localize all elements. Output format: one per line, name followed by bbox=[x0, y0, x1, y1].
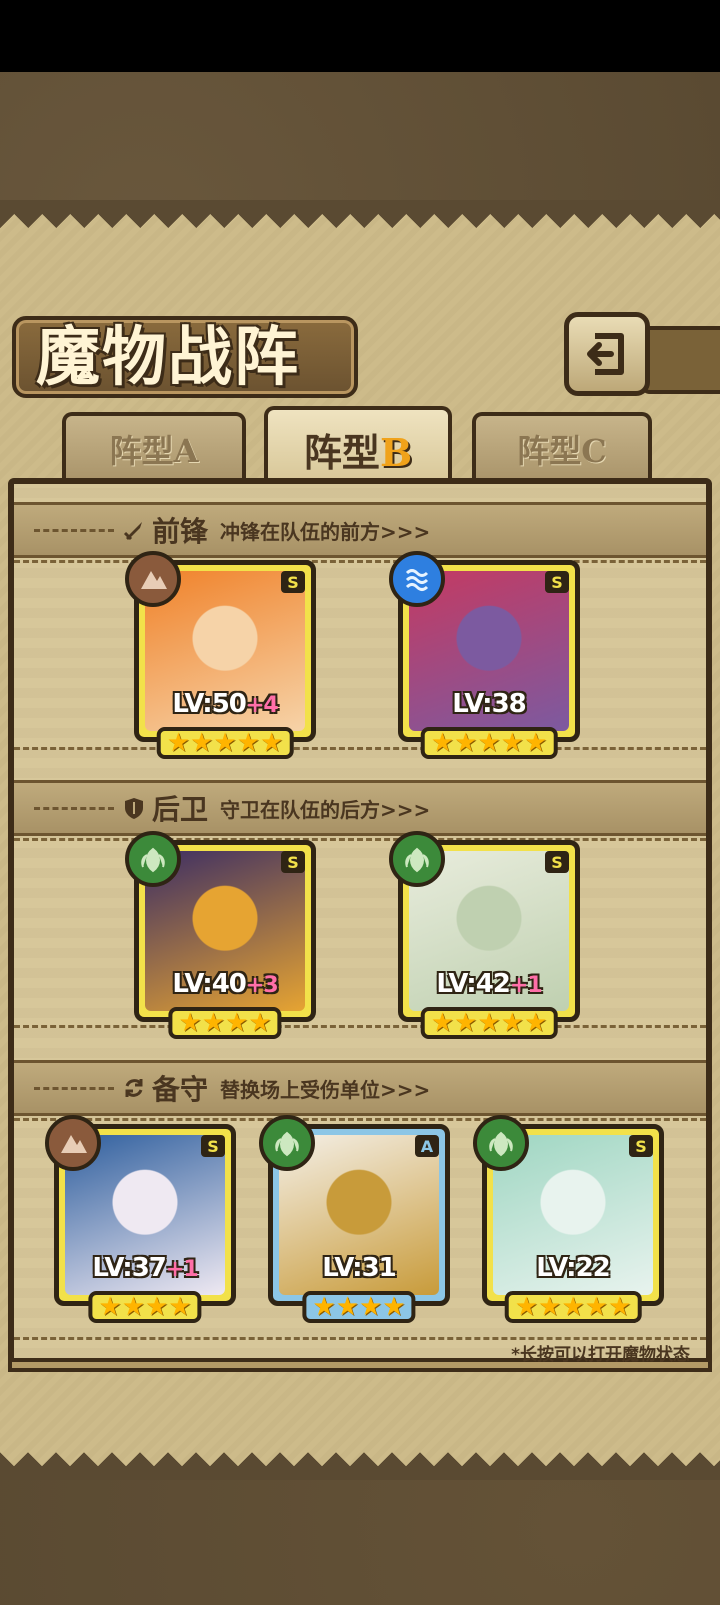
section-desc: 冲锋在队伍的前方>>> bbox=[220, 519, 431, 544]
sword-icon bbox=[123, 522, 142, 541]
earth-element-icon bbox=[125, 551, 181, 607]
tab-formation-b[interactable]: 阵型B bbox=[264, 406, 452, 488]
rank-badge: A bbox=[415, 1135, 439, 1157]
wood-element-icon bbox=[259, 1115, 315, 1171]
monster-card[interactable]: A LV:31 ★★★★ bbox=[259, 1115, 450, 1323]
star-rating: ★★★★★ bbox=[420, 727, 558, 759]
section-header-rear: 后卫 守卫在队伍的后方>>> bbox=[14, 780, 706, 836]
rank-badge: S bbox=[545, 571, 569, 593]
rank-badge: S bbox=[281, 851, 305, 873]
section-name: 前锋 bbox=[152, 515, 209, 548]
monster-card[interactable]: S LV:42+1 ★★★★★ bbox=[389, 831, 580, 1039]
monster-card[interactable]: S LV:22 ★★★★★ bbox=[473, 1115, 664, 1323]
zigzag-bottom-edge bbox=[0, 1452, 720, 1480]
level-label: LV:40+3 bbox=[172, 969, 278, 999]
monster-card[interactable]: S LV:40+3 ★★★★ bbox=[125, 831, 316, 1039]
level-label: LV:42+1 bbox=[436, 969, 542, 999]
star-rating: ★★★★ bbox=[302, 1291, 416, 1323]
tab-label: 阵型A bbox=[109, 432, 199, 470]
back-button[interactable] bbox=[564, 312, 650, 396]
rank-badge: S bbox=[545, 851, 569, 873]
front-row bbox=[14, 560, 706, 750]
earth-element-icon bbox=[45, 1115, 101, 1171]
wood-element-icon bbox=[389, 831, 445, 887]
back-bar-decoration bbox=[640, 326, 720, 394]
rank-badge: S bbox=[629, 1135, 653, 1157]
rear-row bbox=[14, 838, 706, 1028]
wood-element-icon bbox=[125, 831, 181, 887]
long-press-hint: *长按可以打开魔物状态 bbox=[511, 1345, 690, 1365]
section-name: 备守 bbox=[152, 1073, 209, 1106]
swap-icon bbox=[125, 1079, 143, 1097]
back-arrow-icon bbox=[587, 333, 624, 375]
wood-element-icon bbox=[473, 1115, 529, 1171]
monster-card[interactable]: S LV:50+4 ★★★★★ bbox=[125, 551, 316, 759]
level-label: LV:37+1 bbox=[92, 1253, 198, 1283]
section-desc: 守卫在队伍的后方>>> bbox=[220, 797, 431, 822]
tab-formation-c[interactable]: 阵型C bbox=[472, 412, 652, 482]
water-element-icon bbox=[389, 551, 445, 607]
star-rating: ★★★★★ bbox=[156, 727, 294, 759]
level-label: LV:50+4 bbox=[172, 689, 278, 719]
status-bar bbox=[0, 0, 720, 72]
zigzag-top-edge bbox=[0, 200, 720, 228]
rank-badge: S bbox=[281, 571, 305, 593]
section-desc: 替换场上受伤单位>>> bbox=[220, 1077, 431, 1102]
level-label: LV:31 bbox=[322, 1253, 397, 1283]
page-title: 魔物战阵 bbox=[36, 320, 300, 395]
level-label: LV:38 bbox=[452, 689, 527, 719]
tab-label: 阵型B bbox=[303, 429, 413, 475]
section-name: 后卫 bbox=[152, 793, 209, 826]
star-rating: ★★★★★ bbox=[420, 1007, 558, 1039]
star-rating: ★★★★★ bbox=[504, 1291, 642, 1323]
rank-badge: S bbox=[201, 1135, 225, 1157]
tab-label: 阵型C bbox=[517, 432, 607, 470]
section-header-front: 前锋 冲锋在队伍的前方>>> bbox=[14, 502, 706, 558]
monster-card[interactable]: S LV:37+1 ★★★★ bbox=[45, 1115, 236, 1323]
monster-card[interactable]: S LV:38 ★★★★★ bbox=[389, 551, 580, 759]
star-rating: ★★★★ bbox=[168, 1007, 282, 1039]
star-rating: ★★★★ bbox=[88, 1291, 202, 1323]
shield-icon bbox=[125, 798, 143, 819]
section-header-reserve: 备守 替换场上受伤单位>>> bbox=[14, 1060, 706, 1116]
tab-formation-a[interactable]: 阵型A bbox=[62, 412, 246, 482]
level-label: LV:22 bbox=[536, 1253, 611, 1283]
